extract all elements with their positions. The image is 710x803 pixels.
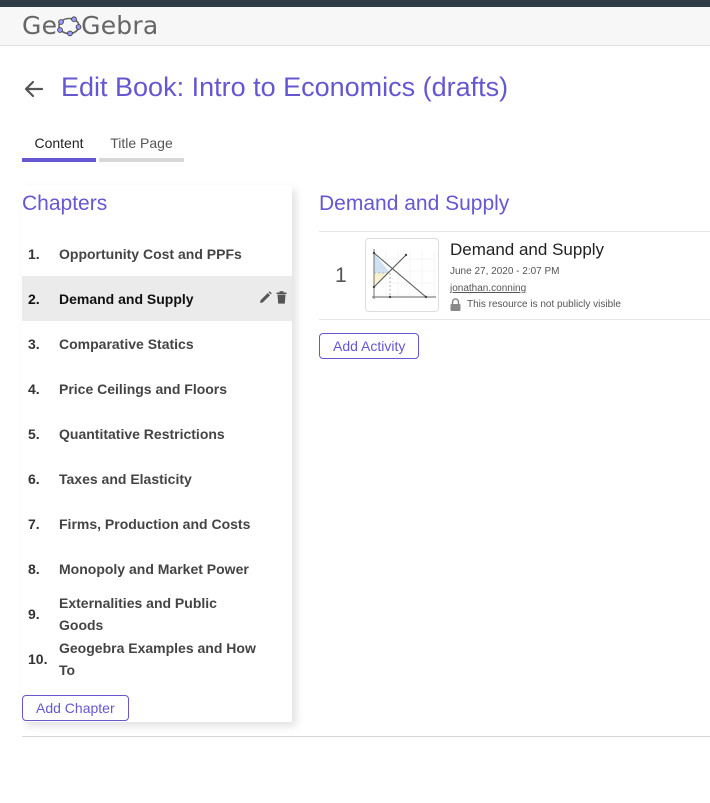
chapter-number: 5. [28, 425, 40, 442]
geogebra-logo[interactable]: Ge Gebra [22, 11, 158, 40]
chapter-item[interactable]: 1. Opportunity Cost and PPFs [22, 231, 292, 276]
chapter-item[interactable]: 3. Comparative Statics [22, 321, 292, 366]
chapters-panel: Chapters 1. Opportunity Cost and PPFs 2.… [22, 186, 292, 722]
chapter-item[interactable]: 10. Geogebra Examples and How To [22, 636, 292, 681]
activity-thumbnail[interactable] [365, 238, 439, 312]
bottom-divider [22, 736, 710, 737]
activity-author-link[interactable]: jonathan.conning [450, 283, 526, 294]
chapter-label: Firms, Production and Costs [59, 515, 251, 532]
chapter-number: 4. [28, 380, 40, 397]
chapter-label: Taxes and Elasticity [59, 470, 192, 487]
chapter-actions [259, 291, 288, 304]
chapter-label: Externalities and Public Goods [59, 594, 217, 633]
logo-text-right: Gebra [81, 11, 159, 40]
chapter-item[interactable]: 8. Monopoly and Market Power [22, 546, 292, 591]
chapter-label: Quantitative Restrictions [59, 425, 225, 442]
tab-content[interactable]: Content [22, 132, 96, 162]
chapter-number: 9. [28, 605, 40, 622]
chapter-number: 6. [28, 470, 40, 487]
chapter-label: Monopoly and Market Power [59, 560, 249, 577]
visibility-text: This resource is not publicly visible [467, 299, 621, 310]
logo-text-left: Ge [22, 11, 58, 40]
chapter-number: 10. [28, 650, 48, 667]
visibility-status: This resource is not publicly visible [450, 298, 621, 311]
trash-icon[interactable] [275, 291, 288, 304]
logo-ellipse-icon [57, 15, 82, 36]
activity-title[interactable]: Demand and Supply [450, 240, 604, 260]
chapter-item[interactable]: 7. Firms, Production and Costs [22, 501, 292, 546]
chapter-label: Comparative Statics [59, 335, 194, 352]
activity-number: 1 [335, 264, 347, 287]
chapter-label: Price Ceilings and Floors [59, 380, 228, 397]
activity-date: June 27, 2020 - 2:07 PM [450, 266, 560, 277]
chapter-item[interactable]: 6. Taxes and Elasticity [22, 456, 292, 501]
chapter-number: 3. [28, 335, 40, 352]
add-activity-button[interactable]: Add Activity [319, 333, 420, 359]
tab-bar: Content Title Page [22, 132, 187, 162]
activity-row[interactable]: 1 Demand and Supply June 27, 2020 - 2:07… [319, 231, 710, 320]
chapter-item[interactable]: 4. Price Ceilings and Floors [22, 366, 292, 411]
chapter-item[interactable]: 5. Quantitative Restrictions [22, 411, 292, 456]
chapter-label: Geogebra Examples and How To [59, 639, 256, 678]
top-bar [0, 0, 710, 7]
chapter-label: Opportunity Cost and PPFs [59, 245, 242, 262]
chapter-number: 7. [28, 515, 40, 532]
app-header: Ge Gebra [0, 7, 710, 46]
chapters-heading: Chapters [22, 192, 108, 215]
arrow-left-icon[interactable] [22, 77, 46, 101]
chapter-label: Demand and Supply [59, 290, 194, 307]
chapter-number: 8. [28, 560, 40, 577]
page-title: Edit Book: Intro to Economics (drafts) [61, 72, 509, 102]
tab-title-page[interactable]: Title Page [99, 132, 184, 162]
chapter-item-active[interactable]: 2. Demand and Supply [22, 276, 292, 321]
chapter-number: 1. [28, 245, 40, 262]
lock-icon [450, 298, 461, 311]
chapter-number: 2. [28, 290, 40, 307]
section-title: Demand and Supply [319, 192, 510, 215]
graph-thumbnail-icon [372, 249, 436, 299]
chapter-item[interactable]: 9. Externalities and Public Goods [22, 591, 292, 636]
pencil-icon[interactable] [259, 291, 272, 304]
add-chapter-button[interactable]: Add Chapter [22, 695, 129, 721]
